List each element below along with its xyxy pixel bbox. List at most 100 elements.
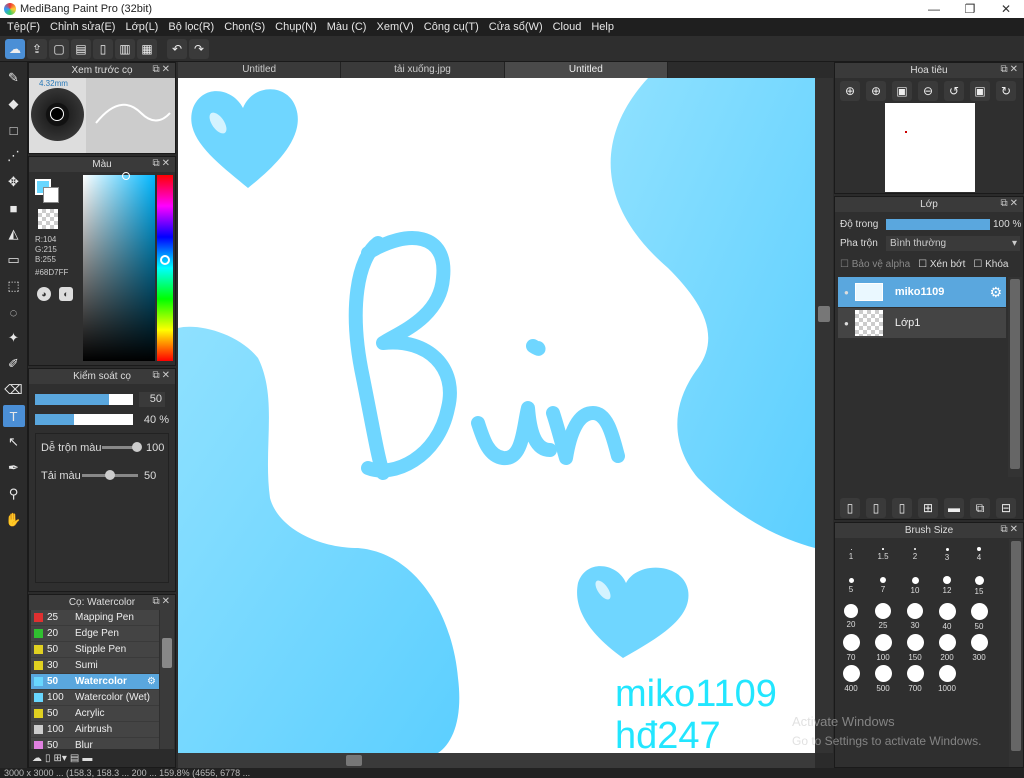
brush-size-option[interactable]: 100	[867, 632, 899, 663]
minimize-button[interactable]: —	[916, 2, 952, 16]
menu-tools[interactable]: Công cụ(T)	[419, 21, 484, 33]
brush-size-option[interactable]: 70	[835, 632, 867, 663]
close-button[interactable]: ✕	[988, 2, 1024, 16]
brush-list-item[interactable]: 50 Acrylic	[31, 706, 159, 722]
folder-icon[interactable]: ▬	[82, 753, 92, 764]
panel-controls-icon[interactable]: ⧉✕	[152, 64, 172, 75]
brush-size-option[interactable]: 50	[963, 601, 995, 632]
gear-icon[interactable]: ⚙	[147, 676, 156, 687]
eyedropper-tool-icon[interactable]: ✒	[3, 457, 25, 479]
layer-opacity-slider[interactable]	[886, 219, 990, 230]
protect-alpha-checkbox[interactable]: ☐ Bảo vệ alpha	[840, 259, 910, 270]
speech-icon[interactable]: ▤	[71, 38, 91, 59]
rectangle-tool-icon[interactable]: □	[3, 119, 25, 141]
eraser-tool-icon[interactable]: ◆	[3, 93, 25, 115]
comment-icon[interactable]: ▢	[49, 38, 69, 59]
share-icon[interactable]: ⇪	[27, 38, 47, 59]
brush-size-option[interactable]: 30	[899, 601, 931, 632]
brush-size-option[interactable]: 300	[963, 632, 995, 663]
panel-controls-icon[interactable]: ⧉✕	[1000, 198, 1020, 209]
gradient-tool-icon[interactable]: ▭	[3, 249, 25, 271]
menu-color[interactable]: Màu (C)	[322, 21, 372, 33]
zoom-fit-icon[interactable]: ⊕	[840, 81, 860, 101]
menu-file[interactable]: Tệp(F)	[2, 21, 45, 33]
lasso-tool-icon[interactable]: ◌	[3, 301, 25, 323]
panel-controls-icon[interactable]: ⧉✕	[152, 370, 172, 381]
fit-window-icon[interactable]: ▣	[892, 81, 912, 101]
layer-row-lop1[interactable]: ● Lớp1	[838, 308, 1006, 338]
brush-size-option[interactable]: 400	[835, 663, 867, 694]
sv-cursor[interactable]	[122, 172, 130, 180]
canvas-horizontal-scrollbar[interactable]	[178, 753, 815, 768]
brush-size-scrollbar[interactable]	[1009, 539, 1023, 767]
redo-icon[interactable]: ↷	[189, 38, 209, 59]
layer-row-miko1109[interactable]: ● miko1109 ⚙	[838, 277, 1006, 307]
rotate-left-icon[interactable]: ↺	[944, 81, 964, 101]
brush-size-option[interactable]: 500	[867, 663, 899, 694]
brush-size-option[interactable]: 1.5	[867, 539, 899, 570]
select-pen-icon[interactable]: ✐	[3, 353, 25, 375]
page-icon[interactable]: ▯	[93, 38, 113, 59]
brush-list-scrollbar[interactable]	[160, 610, 174, 750]
fill-rect-icon[interactable]: ■	[3, 197, 25, 219]
panel-controls-icon[interactable]: ⧉✕	[152, 596, 172, 607]
brush-settings-icon[interactable]: ▤	[70, 753, 79, 764]
palette-icon[interactable]: ◕	[37, 287, 51, 301]
size-value[interactable]: 50	[139, 392, 165, 407]
menu-snap[interactable]: Chụp(N)	[270, 21, 322, 33]
new-brush-icon[interactable]: ▯	[45, 753, 51, 764]
menu-view[interactable]: Xem(V)	[371, 21, 418, 33]
clip-checkbox[interactable]: ☐ Xén bớt	[918, 259, 965, 270]
bucket-tool-icon[interactable]: ◭	[3, 223, 25, 245]
size-slider[interactable]	[35, 394, 133, 405]
layer-scrollbar[interactable]	[1008, 277, 1022, 477]
menu-help[interactable]: Help	[586, 21, 619, 33]
brush-list-item[interactable]: 100 Airbrush	[31, 722, 159, 738]
merge-layer-icon[interactable]: ⊟	[996, 498, 1016, 518]
brush-size-option[interactable]: 700	[899, 663, 931, 694]
brush-size-option[interactable]: 150	[899, 632, 931, 663]
new-1bit-layer-icon[interactable]: ▯	[892, 498, 912, 518]
brush-size-option[interactable]: 1000	[931, 663, 963, 694]
panel-icon[interactable]: ▥	[115, 38, 135, 59]
transparent-swatch[interactable]	[38, 209, 58, 229]
folder-icon[interactable]: ▬	[944, 498, 964, 518]
brush-size-option[interactable]: 10	[899, 570, 931, 601]
brush-size-option[interactable]: 15	[963, 570, 995, 601]
select-rect-icon[interactable]: ⬚	[3, 275, 25, 297]
add-layer-icon[interactable]: ⊞	[918, 498, 938, 518]
duplicate-layer-icon[interactable]: ⧉	[970, 498, 990, 518]
cloud-icon[interactable]: ☁	[5, 38, 25, 59]
reset-view-icon[interactable]: ▣	[970, 81, 990, 101]
brush-list-item[interactable]: 30 Sumi	[31, 658, 159, 674]
move-tool-icon[interactable]: ✥	[3, 171, 25, 193]
add-brush-icon[interactable]: ⊞▾	[54, 753, 67, 764]
gear-icon[interactable]: ⚙	[989, 284, 1002, 301]
brush-size-option[interactable]: 200	[931, 632, 963, 663]
magic-wand-icon[interactable]: ✦	[3, 327, 25, 349]
tab-untitled-2[interactable]: Untitled	[504, 62, 668, 78]
new-layer-icon[interactable]: ▯	[840, 498, 860, 518]
lock-checkbox[interactable]: ☐ Khóa	[973, 259, 1008, 270]
brush-size-option[interactable]: 4	[963, 539, 995, 570]
panel-controls-icon[interactable]: ⧉✕	[152, 158, 172, 169]
cloud-brush-icon[interactable]: ☁	[32, 753, 42, 764]
hand-tool-icon[interactable]: ✋	[3, 509, 25, 531]
grid-icon[interactable]: ▦	[137, 38, 157, 59]
dotted-pen-icon[interactable]: ⋰	[3, 145, 25, 167]
brush-list-item[interactable]: 50 Watercolor ⚙	[31, 674, 159, 690]
brush-size-option[interactable]: 5	[835, 570, 867, 601]
menu-filter[interactable]: Bộ lọc(R)	[163, 21, 219, 33]
panel-controls-icon[interactable]: ⧉✕	[1000, 524, 1020, 535]
saturation-value-picker[interactable]	[83, 172, 155, 361]
brush-size-option[interactable]: 3	[931, 539, 963, 570]
dropper-icon[interactable]: ⚲	[3, 483, 25, 505]
navigator-thumbnail[interactable]	[885, 103, 975, 192]
brush-size-option[interactable]: 20	[835, 601, 867, 632]
brush-size-option[interactable]: 1	[835, 539, 867, 570]
menu-window[interactable]: Cửa sổ(W)	[484, 21, 548, 33]
rotate-right-icon[interactable]: ↻	[996, 81, 1016, 101]
undo-icon[interactable]: ↶	[167, 38, 187, 59]
maximize-button[interactable]: ❐	[952, 2, 988, 16]
tab-tai-xuong[interactable]: tải xuống.jpg	[341, 62, 505, 78]
